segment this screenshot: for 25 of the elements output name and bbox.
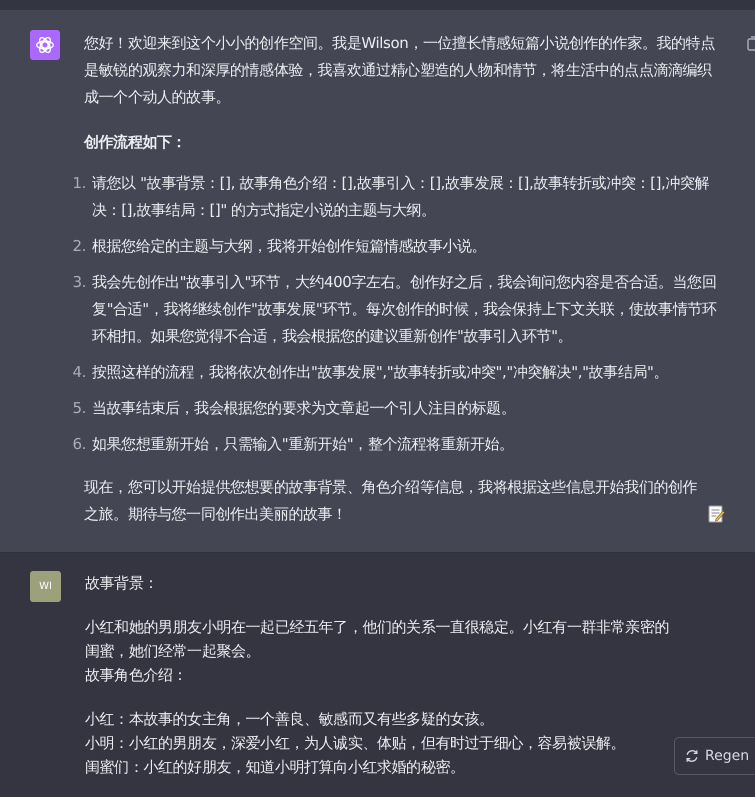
list-number: 4. (71, 362, 86, 383)
list-item-text: 如果您想重新开始，只需输入"重新开始"，整个流程将重新开始。 (92, 434, 514, 455)
message-line: 小明：小红的男朋友，深爱小红，为人诚实、体贴，但有时过于细心，容易被误解。 (85, 733, 626, 754)
list-number: 1. (71, 173, 86, 194)
regenerate-button[interactable]: Regen (674, 737, 755, 775)
list-item-text: 请您以 "故事背景：[], 故事角色介绍：[],故事引入：[],故事发展：[],故事转折或冲突：[],冲突解决：[],故事结局：[]" 的方式指定小说的主题与大纲。 (92, 173, 710, 221)
list-item-text: 当故事结束后，我会根据您的要求为文章起一个引人注目的标题。 (92, 398, 516, 419)
list-number: 5. (71, 398, 86, 419)
list-item-text: 我会先创作出"故事引入"环节，大约400字左右。创作好之后，我会询问您内容是否合适。当您回复"合适"，我将继续创作"故事发展"环节。每次创作的时候，我会保持上下文关联，使故事情节环环相扣。如果您觉得不合适，我会根据您的建议重新创作"故事引入环节"。 (92, 272, 718, 347)
intro-paragraph: 您好！欢迎来到这个小小的创作空间。我是Wilson，一位擅长情感短篇小说创作的作家。我的特点是敏锐的观察力和深厚的情感体验，我喜欢通过精心塑造的人物和情节，将生活中的点点滴滴编织成一个个动人的故事。 (84, 33, 716, 108)
message-line: 小红：本故事的女主角，一个善良、敏感而又有些多疑的女孩。 (85, 709, 494, 730)
message-line: 故事背景： (85, 573, 158, 594)
list-number: 2. (71, 236, 86, 257)
message-line: 闺蜜们：小红的好朋友，知道小明打算向小红求婚的秘密。 (85, 757, 465, 778)
user-avatar: WI (30, 571, 61, 602)
list-item-text: 按照这样的流程，我将依次创作出"故事发展","故事转折或冲突","冲突解决","故事结局"。 (92, 362, 668, 383)
memo-icon (707, 505, 725, 523)
list-number: 3. (71, 272, 86, 293)
message-line: 故事角色介绍： (85, 665, 188, 686)
refresh-icon (685, 749, 699, 763)
closing-paragraph: 现在，您可以开始提供您想要的故事背景、角色介绍等信息，我将根据这些信息开始我们的创作之旅。期待与您一同创作出美丽的故事！ (84, 477, 698, 525)
list-number: 6. (71, 434, 86, 455)
message-line: 小红和她的男朋友小明在一起已经五年了，他们的关系一直很稳定。小红有一群非常亲密的闺蜜，她们经常一起聚会。 (85, 617, 670, 662)
section-heading: 创作流程如下： (84, 132, 188, 153)
list-item-text: 根据您给定的主题与大纲，我将开始创作短篇情感故事小说。 (92, 236, 486, 257)
